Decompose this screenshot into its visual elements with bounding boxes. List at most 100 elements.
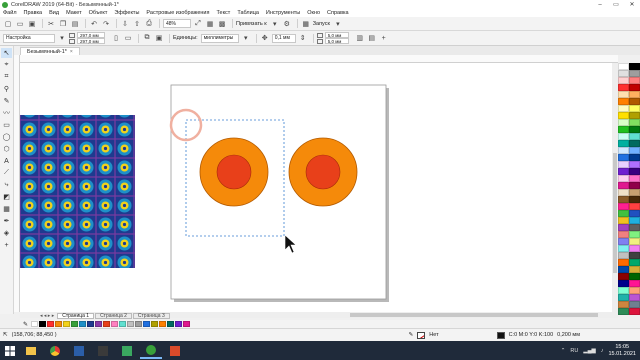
clock[interactable]: 15:05 15.01.2021 [608,344,636,358]
taskbar-word-icon[interactable] [68,342,90,359]
palette-swatch[interactable] [618,175,629,182]
taskbar-green-app-icon[interactable] [116,342,138,359]
page-nav-arrows[interactable]: ◂ ◂ ▸ ▸ [40,313,54,319]
landscape-icon[interactable]: ▭ [123,33,133,43]
palette-swatch[interactable] [629,273,640,280]
palette-swatch[interactable] [618,238,629,245]
menu-table[interactable]: Таблица [237,10,259,16]
taskbar-explorer-icon[interactable] [20,342,42,359]
chevron-down-icon[interactable]: ▾ [270,19,280,29]
copy-icon[interactable]: ❐ [58,19,68,29]
palette-swatch[interactable] [618,182,629,189]
palette-swatch[interactable] [618,126,629,133]
palette-swatch[interactable] [629,126,640,133]
palette-swatch[interactable] [629,210,640,217]
document-color-swatch[interactable] [79,321,87,327]
tab-page-1[interactable]: Страница 1 [57,312,95,319]
palette-swatch[interactable] [629,231,640,238]
document-color-swatch[interactable] [183,321,191,327]
launch-dropdown[interactable]: Запуск [313,21,330,27]
palette-swatch[interactable] [618,133,629,140]
palette-swatch[interactable] [618,70,629,77]
tab-document[interactable]: Безымянный-1* × [20,47,80,55]
document-color-swatch[interactable] [31,321,39,327]
document-color-swatch[interactable] [95,321,103,327]
menu-bitmaps[interactable]: Растровые изображения [146,10,209,16]
network-icon[interactable]: ▂▄▆ [583,348,595,354]
drop-shadow-icon[interactable]: ◩ [1,192,12,202]
palette-swatch[interactable] [618,294,629,301]
paste-icon[interactable]: ▤ [70,19,80,29]
document-color-swatch[interactable] [127,321,135,327]
palette-swatch[interactable] [618,84,629,91]
document-color-swatch[interactable] [39,321,47,327]
menu-edit[interactable]: Правка [24,10,43,16]
rulers-icon[interactable]: ▦ [205,19,215,29]
palette-swatch[interactable] [618,161,629,168]
portrait-icon[interactable]: ▯ [111,33,121,43]
document-color-swatch[interactable] [143,321,151,327]
palette-swatch[interactable] [629,287,640,294]
close-tab-icon[interactable]: × [70,49,73,55]
palette-swatch[interactable] [629,182,640,189]
palette-swatch[interactable] [618,140,629,147]
palette-swatch[interactable] [629,91,640,98]
palette-swatch[interactable] [618,231,629,238]
palette-swatch[interactable] [618,119,629,126]
start-button[interactable] [0,341,20,360]
palette-swatch[interactable] [618,245,629,252]
print-icon[interactable]: ⎙ [144,19,154,29]
menu-window[interactable]: Окно [307,10,320,16]
palette-swatch[interactable] [629,259,640,266]
taskbar-coreldraw-icon[interactable] [140,342,162,359]
palette-swatch[interactable] [618,98,629,105]
palette-swatch[interactable] [629,266,640,273]
palette-swatch[interactable] [629,252,640,259]
taskbar-media-icon[interactable] [92,342,114,359]
palette-swatch[interactable] [629,245,640,252]
palette-swatch[interactable] [629,189,640,196]
menu-view[interactable]: Вид [49,10,59,16]
rectangle-tool-icon[interactable]: ▭ [1,120,12,130]
palette-swatch[interactable] [629,77,640,84]
menu-text[interactable]: Текст [216,10,230,16]
save-icon[interactable]: ▣ [27,19,37,29]
palette-swatch[interactable] [629,147,640,154]
horizontal-ruler[interactable] [20,55,618,63]
palette-swatch[interactable] [629,294,640,301]
palette-swatch[interactable] [629,203,640,210]
palette-swatch[interactable] [629,301,640,308]
chevron-down-icon[interactable]: ▾ [241,33,251,43]
page-border-icon[interactable]: ▤ [367,33,377,43]
menu-object[interactable]: Объект [89,10,108,16]
vertical-scroll-thumb[interactable] [613,153,617,273]
palette-swatch[interactable] [618,91,629,98]
export-icon[interactable]: ⇧ [132,19,142,29]
undo-icon[interactable]: ↶ [89,19,99,29]
document-color-swatch[interactable] [111,321,119,327]
tray-up-arrow-icon[interactable]: ⌃ [561,348,566,354]
palette-swatch[interactable] [618,63,629,70]
connector-tool-icon[interactable]: ⤷ [1,180,12,190]
document-color-swatch[interactable] [71,321,79,327]
cut-icon[interactable]: ✂ [46,19,56,29]
redo-icon[interactable]: ↷ [101,19,111,29]
document-color-swatch[interactable] [167,321,175,327]
nudge-distance-input[interactable]: 0,1 мм [271,33,296,43]
volume-icon[interactable]: ♪ [601,348,604,354]
palette-swatch[interactable] [618,301,629,308]
palette-swatch[interactable] [618,252,629,259]
open-folder-icon[interactable]: ▭ [15,19,25,29]
palette-swatch[interactable] [618,266,629,273]
document-color-swatch[interactable] [135,321,143,327]
zoom-level-select[interactable]: 48% [163,19,191,28]
ellipse-tool-icon[interactable]: ◯ [1,132,12,142]
palette-swatch[interactable] [629,154,640,161]
palette-swatch[interactable] [629,175,640,182]
palette-swatch[interactable] [618,203,629,210]
palette-swatch[interactable] [629,196,640,203]
document-color-swatch[interactable] [87,321,95,327]
palette-swatch[interactable] [629,119,640,126]
page-preset-select[interactable]: Настройка [3,33,55,43]
palette-swatch[interactable] [618,273,629,280]
